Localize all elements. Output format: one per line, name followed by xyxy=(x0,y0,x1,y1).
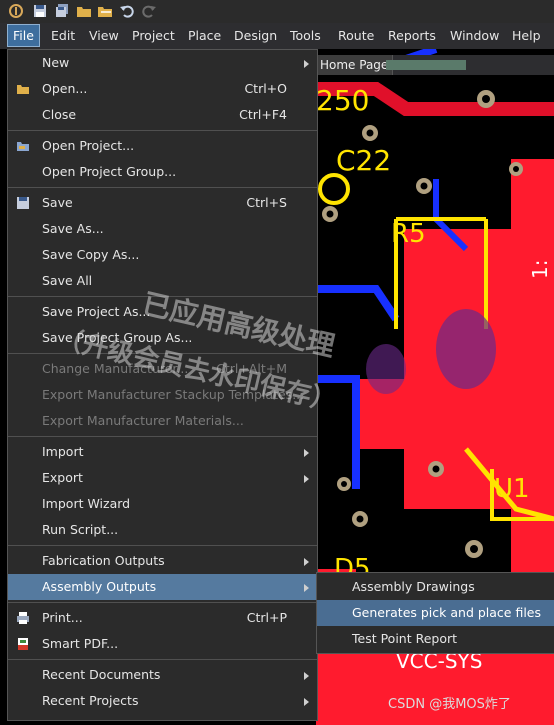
menu-item-import[interactable]: Import xyxy=(8,439,317,465)
pcb-label-net: 1: Ne xyxy=(528,251,554,279)
menu-file[interactable]: File xyxy=(7,24,40,47)
menu-item-open[interactable]: Open... Ctrl+O xyxy=(8,76,317,102)
menu-bar: File Edit View Project Place Design Tool… xyxy=(0,23,554,49)
menu-project[interactable]: Project xyxy=(132,28,175,43)
menu-item-label: Assembly Outputs xyxy=(42,579,157,594)
save-icon xyxy=(17,197,29,209)
save-icon[interactable] xyxy=(32,3,48,19)
menu-separator xyxy=(8,187,317,188)
pcb-label-c22: C22 xyxy=(336,144,392,177)
menu-item-import-wizard[interactable]: Import Wizard xyxy=(8,491,317,517)
menu-item-label: Run Script... xyxy=(42,522,119,537)
menu-item-label: Assembly Drawings xyxy=(352,579,475,594)
menu-item-label: Smart PDF... xyxy=(42,636,119,651)
open-icon[interactable] xyxy=(97,3,113,19)
submenu-item-test-point-report[interactable]: Test Point Report xyxy=(317,626,554,652)
menu-item-label: Save xyxy=(42,195,73,210)
menu-item-shortcut: Ctrl+O xyxy=(244,81,287,96)
menu-item-label: Close xyxy=(42,107,77,122)
submenu-arrow-icon xyxy=(304,449,309,457)
menu-route[interactable]: Route xyxy=(338,28,374,43)
submenu-arrow-icon xyxy=(304,60,309,68)
menu-item-new[interactable]: New xyxy=(8,50,317,76)
app-logo-icon[interactable] xyxy=(8,3,24,19)
menu-item-assembly-outputs[interactable]: Assembly Outputs xyxy=(8,574,317,600)
menu-item-save-copy-as[interactable]: Save Copy As... xyxy=(8,242,317,268)
menu-separator xyxy=(8,545,317,546)
menu-item-recent-projects[interactable]: Recent Projects xyxy=(8,688,317,714)
menu-edit[interactable]: Edit xyxy=(51,28,75,43)
assembly-outputs-submenu: Assembly Drawings Generates pick and pla… xyxy=(316,572,554,654)
quick-access-toolbar xyxy=(0,0,554,23)
menu-item-close[interactable]: Close Ctrl+F4 xyxy=(8,102,317,128)
menu-design[interactable]: Design xyxy=(234,28,277,43)
pcb-label-r5: R5 xyxy=(391,219,426,249)
menu-item-label: New xyxy=(42,55,70,70)
menu-item-label: Export xyxy=(42,470,83,485)
menu-item-label: Recent Projects xyxy=(42,693,139,708)
open-folder-icon[interactable] xyxy=(76,3,92,19)
menu-item-run-script[interactable]: Run Script... xyxy=(8,517,317,543)
menu-item-smart-pdf[interactable]: Smart PDF... xyxy=(8,631,317,657)
menu-item-label: Recent Documents xyxy=(42,667,161,682)
menu-item-shortcut: Ctrl+S xyxy=(246,195,287,210)
menu-item-shortcut: Ctrl+P xyxy=(246,610,287,625)
pcb-label-250: 250 xyxy=(316,84,370,117)
menu-item-print[interactable]: Print... Ctrl+P xyxy=(8,605,317,631)
submenu-arrow-icon xyxy=(304,584,309,592)
menu-item-export-materials: Export Manufacturer Materials... xyxy=(8,408,317,434)
submenu-arrow-icon xyxy=(304,672,309,680)
menu-reports[interactable]: Reports xyxy=(388,28,436,43)
submenu-arrow-icon xyxy=(304,475,309,483)
menu-item-label: Save Copy As... xyxy=(42,247,140,262)
menu-item-label: Generates pick and place files xyxy=(352,605,542,620)
menu-item-label: Open Project... xyxy=(42,138,135,153)
menu-item-label: Import xyxy=(42,444,84,459)
submenu-arrow-icon xyxy=(304,558,309,566)
menu-item-label: Open... xyxy=(42,81,88,96)
tab-home-page[interactable]: Home Page xyxy=(316,55,394,75)
menu-item-label: Save As... xyxy=(42,221,104,236)
menu-help[interactable]: Help xyxy=(512,28,541,43)
menu-item-label: Print... xyxy=(42,610,83,625)
document-tab-strip: Home Page xyxy=(316,55,554,75)
menu-tools[interactable]: Tools xyxy=(290,28,321,43)
menu-item-shortcut: Ctrl+F4 xyxy=(239,107,287,122)
submenu-item-pick-and-place[interactable]: Generates pick and place files xyxy=(317,600,554,626)
undo-icon[interactable] xyxy=(119,3,135,19)
save-all-icon[interactable] xyxy=(54,3,70,19)
menu-item-save[interactable]: Save Ctrl+S xyxy=(8,190,317,216)
menu-separator xyxy=(8,436,317,437)
submenu-item-assembly-drawings[interactable]: Assembly Drawings xyxy=(317,574,554,600)
menu-item-open-project[interactable]: Open Project... xyxy=(8,133,317,159)
menu-separator xyxy=(8,659,317,660)
menu-item-save-as[interactable]: Save As... xyxy=(8,216,317,242)
menu-separator xyxy=(8,602,317,603)
csdn-watermark: CSDN @我MOS炸了 xyxy=(388,697,511,712)
menu-item-fabrication-outputs[interactable]: Fabrication Outputs xyxy=(8,548,317,574)
menu-item-label: Export Manufacturer Materials... xyxy=(42,413,244,428)
redo-icon[interactable] xyxy=(141,3,157,19)
menu-item-label: Import Wizard xyxy=(42,496,131,511)
pcb-label-u1: U1 xyxy=(494,474,530,504)
printer-icon xyxy=(17,612,29,624)
menu-item-label: Save Project As... xyxy=(42,304,151,319)
menu-item-open-project-group[interactable]: Open Project Group... xyxy=(8,159,317,185)
menu-item-export[interactable]: Export xyxy=(8,465,317,491)
menu-view[interactable]: View xyxy=(89,28,119,43)
menu-item-label: Fabrication Outputs xyxy=(42,553,165,568)
open-folder-icon xyxy=(17,85,29,94)
menu-separator xyxy=(8,130,317,131)
pdf-icon xyxy=(18,638,28,650)
menu-place[interactable]: Place xyxy=(188,28,221,43)
menu-item-label: Test Point Report xyxy=(352,631,458,646)
open-project-icon xyxy=(17,142,29,151)
menu-item-recent-documents[interactable]: Recent Documents xyxy=(8,662,317,688)
menu-item-label: Open Project Group... xyxy=(42,164,177,179)
menu-window[interactable]: Window xyxy=(450,28,499,43)
menu-item-label: Save All xyxy=(42,273,93,288)
tab-pcb-document[interactable] xyxy=(386,60,466,70)
submenu-arrow-icon xyxy=(304,698,309,706)
